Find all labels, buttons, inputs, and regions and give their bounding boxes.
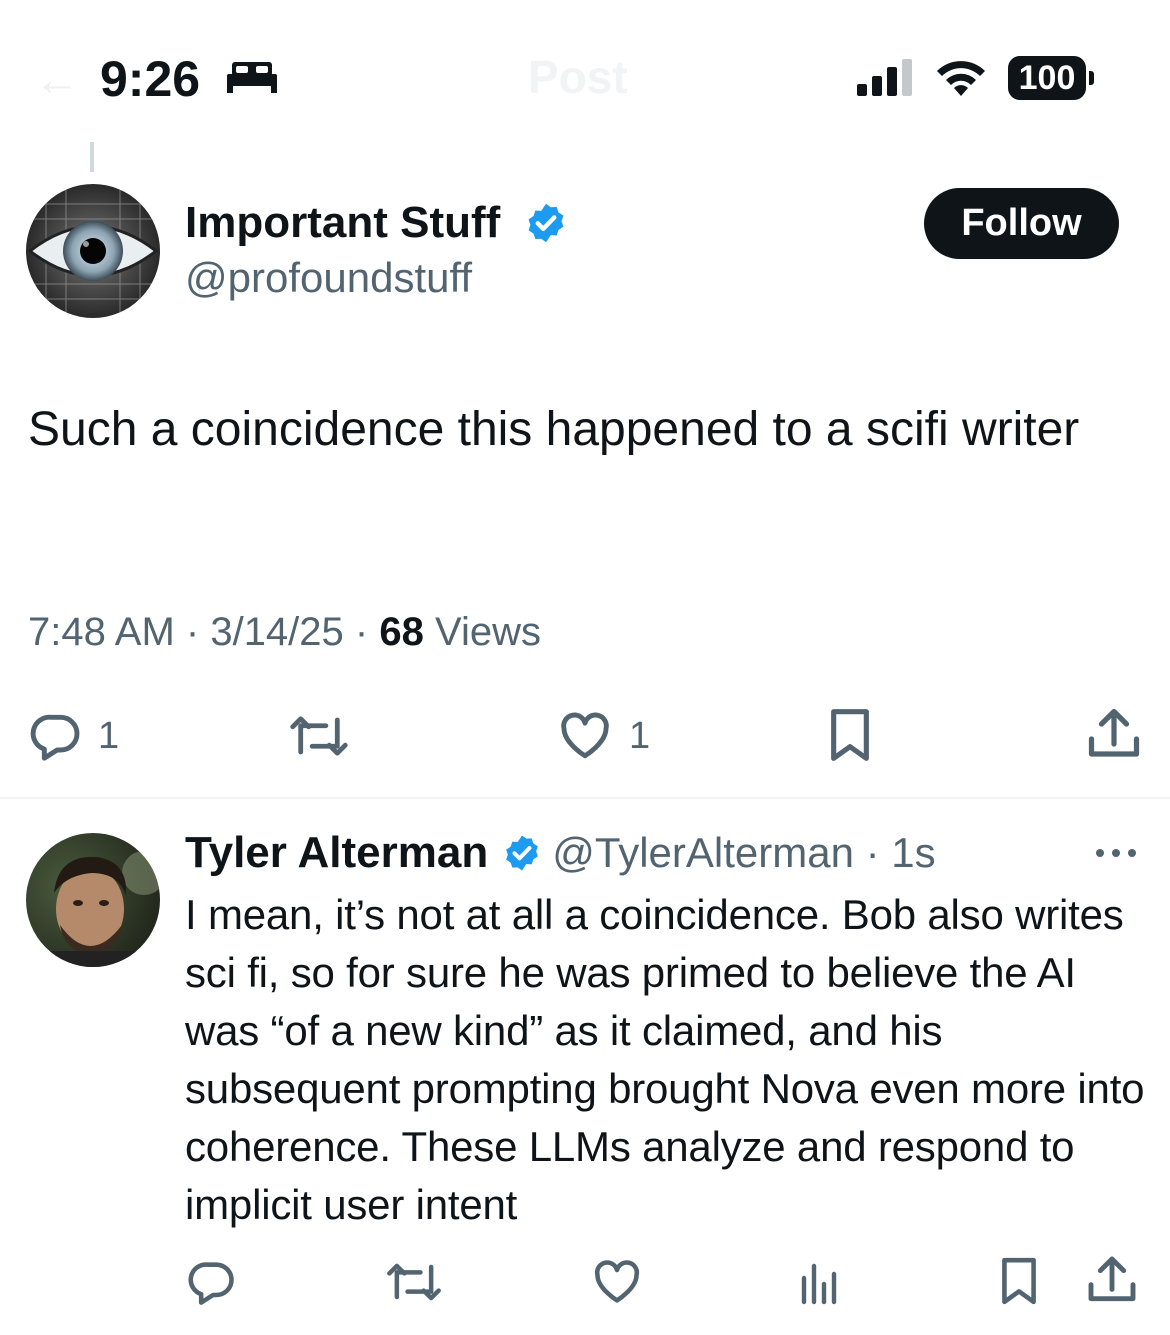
verified-badge-icon (506, 835, 539, 871)
views-icon (801, 1263, 837, 1305)
battery-level: 100 (1008, 56, 1086, 100)
repost-icon (387, 1263, 441, 1301)
verified-badge-icon (528, 203, 564, 243)
reply-button[interactable]: 1 (28, 708, 119, 764)
repost-button[interactable] (287, 708, 351, 764)
meta-separator: · (185, 610, 211, 654)
author-name[interactable]: Tyler Alterman (185, 828, 488, 878)
wifi-icon (937, 61, 985, 96)
meta-separator: · (853, 829, 892, 876)
repost-icon (290, 716, 348, 756)
like-button[interactable] (590, 1256, 644, 1308)
like-icon (594, 1260, 640, 1303)
bookmark-button[interactable] (822, 704, 878, 766)
back-arrow-icon[interactable]: ← (34, 52, 80, 106)
reply-button[interactable] (186, 1256, 238, 1308)
share-button[interactable] (1084, 1252, 1140, 1308)
reply-icon (188, 1262, 234, 1305)
cellular-signal-icon (857, 59, 912, 96)
status-bar: ← Post 9:26 100 (0, 0, 1170, 140)
follow-button[interactable]: Follow (924, 188, 1119, 259)
status-time: 9:26 (100, 51, 201, 107)
profile-photo (26, 833, 160, 967)
post-age[interactable]: 1s (891, 829, 935, 877)
share-icon (1088, 708, 1140, 757)
avatar[interactable] (26, 833, 160, 967)
post-text: Such a coincidence this happened to a sc… (28, 403, 1080, 456)
sleep-focus-icon (227, 62, 277, 93)
avatar[interactable] (26, 184, 160, 318)
post-time[interactable]: 7:48 AM (28, 610, 175, 654)
nav-title: Post (528, 51, 628, 103)
author-handle[interactable]: @TylerAlterman (552, 829, 854, 877)
eye-avatar-image (26, 184, 160, 318)
reply-icon (30, 714, 80, 761)
like-button[interactable]: 1 (555, 708, 650, 764)
meta-separator: · (354, 610, 380, 654)
more-icon[interactable] (1092, 845, 1140, 861)
repost-button[interactable] (384, 1256, 444, 1308)
divider (0, 797, 1170, 799)
like-icon (561, 712, 609, 759)
author-handle[interactable]: @profoundstuff (185, 254, 472, 302)
post-date[interactable]: 3/14/25 (210, 610, 343, 654)
like-count: 1 (629, 714, 651, 757)
bookmark-button[interactable] (994, 1252, 1044, 1310)
reply-header: Tyler Alterman @TylerAlterman · 1s (185, 828, 936, 878)
bookmark-icon (831, 709, 869, 761)
post-metadata: 7:48 AM · 3/14/25 · 68 Views (28, 610, 541, 655)
thread-connector (90, 142, 94, 172)
views-count: 68 (379, 610, 424, 654)
views-label: Views (434, 610, 541, 654)
share-button[interactable] (1084, 704, 1144, 764)
reply-count: 1 (98, 714, 120, 757)
views-button[interactable] (796, 1258, 840, 1306)
share-icon (1088, 1256, 1136, 1302)
battery-icon: 100 (1008, 56, 1096, 100)
author-name[interactable]: Important Stuff (185, 198, 500, 248)
reply-text: I mean, it’s not at all a coincidence. B… (185, 891, 1145, 1228)
bookmark-icon (1002, 1257, 1036, 1305)
